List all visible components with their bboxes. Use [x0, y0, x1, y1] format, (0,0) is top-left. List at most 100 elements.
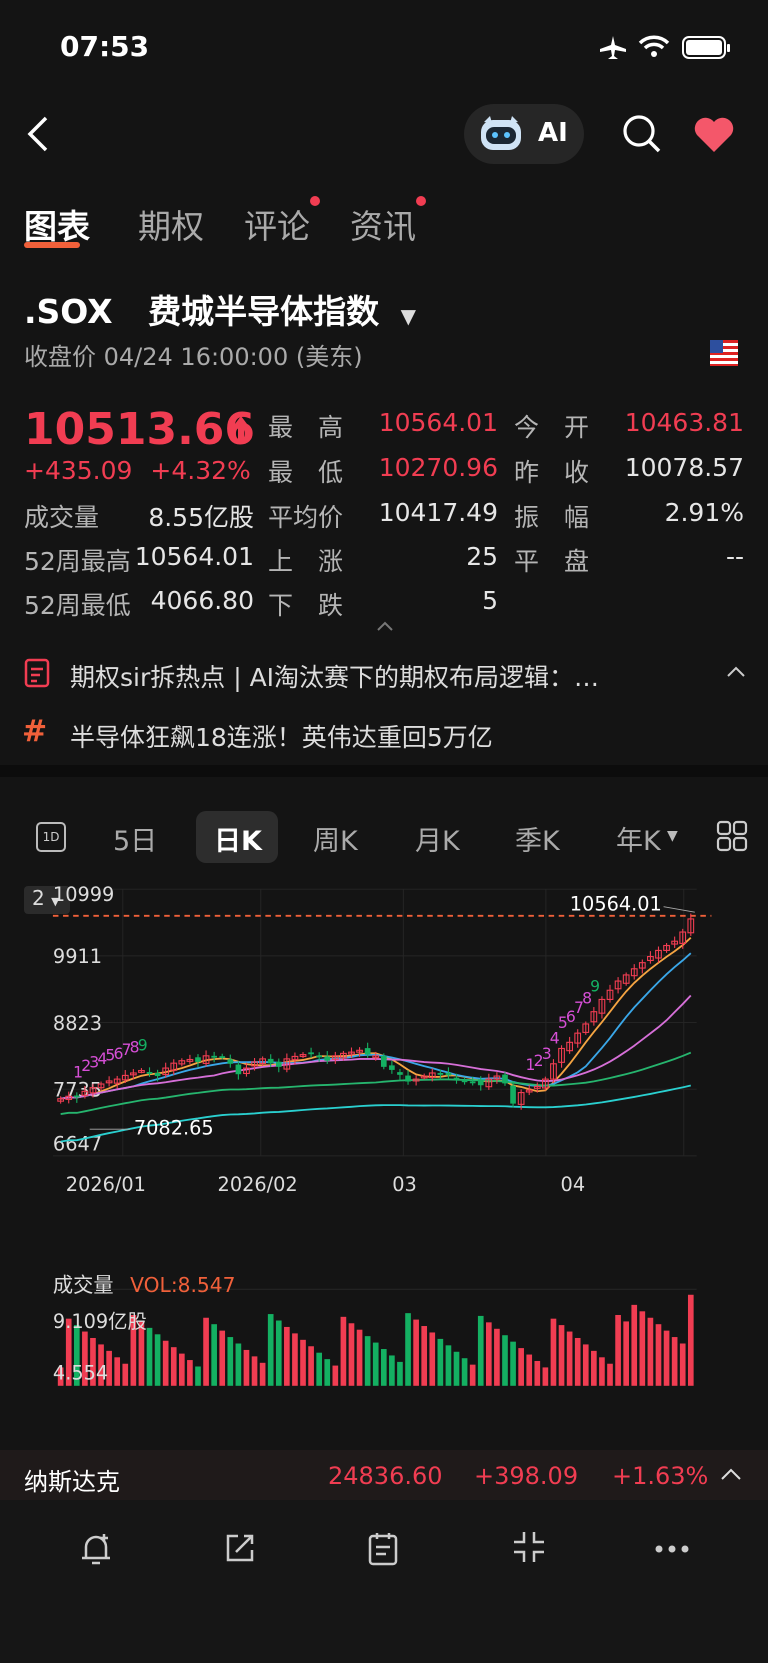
ticker-change: +398.09: [474, 1462, 579, 1490]
volume-bar: [251, 1356, 258, 1386]
close-info: 收盘价 04/24 16:00:00 (美东): [24, 343, 363, 371]
ktab-year[interactable]: 年K: [616, 819, 661, 858]
volume-bar: [203, 1317, 209, 1386]
heart-icon[interactable]: [692, 116, 736, 154]
volume-bar: [284, 1326, 290, 1386]
volume-bar: [179, 1353, 185, 1386]
y-tick-label: 10999: [53, 883, 114, 906]
news-dot: [416, 196, 426, 206]
stock-symbol: .SOX: [24, 292, 113, 331]
volume-value-label: VOL:8.547: [130, 1273, 235, 1297]
volume-bar: [534, 1360, 541, 1386]
volume-bar: [663, 1330, 670, 1386]
volume-bar: [340, 1316, 347, 1386]
volume-bar: [494, 1328, 500, 1386]
sequence-marker: 9: [138, 1035, 148, 1054]
volume-bar: [647, 1317, 654, 1386]
back-icon[interactable]: [24, 114, 52, 154]
volume-bar: [187, 1360, 193, 1386]
alert-bell-icon[interactable]: [78, 1530, 114, 1568]
low-label: 最 低: [268, 458, 344, 487]
volume-bar: [631, 1304, 638, 1386]
stock-name: 费城半导体指数: [148, 292, 380, 331]
expand-icon[interactable]: [720, 1466, 742, 1482]
candle-body: [477, 1079, 484, 1086]
note-icon[interactable]: [366, 1530, 400, 1566]
news-item-1[interactable]: 期权sir拆热点 | AI淘汰赛下的期权布局逻辑：…: [70, 658, 599, 694]
candle-body: [510, 1085, 516, 1104]
volume-bar: [639, 1311, 646, 1386]
volume-bar: [486, 1322, 492, 1386]
candle-body: [397, 1072, 403, 1075]
volume-bar: [316, 1352, 322, 1386]
ticker-price: 24836.60: [328, 1462, 443, 1490]
sequence-marker: 9: [590, 976, 600, 995]
kline-chart[interactable]: 10564.01 109999911882377356647 2026/01 20…: [0, 880, 768, 1395]
min-price-label: 7082.65: [134, 1117, 214, 1140]
dropdown-icon: ▼: [400, 304, 417, 328]
ktab-quarter[interactable]: 季K: [515, 819, 560, 858]
shrink-icon[interactable]: [512, 1530, 546, 1564]
tab-comments[interactable]: 评论: [244, 200, 310, 248]
ticker-name: 纳斯达克: [24, 1468, 120, 1496]
volume-bar: [599, 1357, 605, 1386]
candle-body: [324, 1056, 331, 1061]
volume-bar: [235, 1343, 242, 1386]
tab-news[interactable]: 资讯: [350, 200, 416, 248]
tab-options[interactable]: 期权: [138, 200, 204, 248]
volume-bar: [292, 1333, 298, 1386]
volume-bar: [671, 1337, 678, 1386]
comments-dot: [310, 196, 320, 206]
bottom-toolbar: [0, 1500, 768, 1663]
chart-markers: 123456789123456789: [73, 976, 600, 1081]
more-icon[interactable]: [654, 1544, 690, 1554]
candle-body: [453, 1077, 460, 1080]
volume-bar: [558, 1325, 565, 1386]
stock-title[interactable]: .SOX 费城半导体指数 ▼: [24, 285, 416, 333]
news-item-2[interactable]: 半导体狂飙18连涨！英伟达重回5万亿: [70, 718, 493, 754]
share-icon[interactable]: [222, 1530, 258, 1566]
tab-chart[interactable]: 图表: [24, 200, 90, 248]
divider: [0, 765, 768, 777]
ktab-5day[interactable]: 5日: [113, 819, 157, 858]
ktab-week[interactable]: 周K: [313, 819, 358, 858]
wk52-high-label: 52周最高: [24, 547, 131, 576]
status-bar: 07:53: [0, 0, 768, 100]
candle-body: [275, 1061, 282, 1067]
ktab-day[interactable]: 日K: [214, 819, 262, 858]
candle-body: [437, 1072, 444, 1075]
volume-bar: [542, 1367, 549, 1386]
collapse-quote-icon[interactable]: [376, 620, 394, 632]
volume-bar: [461, 1358, 468, 1386]
volume-bar: [227, 1337, 234, 1386]
tab-1d[interactable]: 1D: [36, 822, 66, 852]
search-icon[interactable]: [622, 114, 662, 154]
volume-bar: [591, 1350, 597, 1386]
grid-layout-icon[interactable]: [716, 820, 748, 852]
flat-label: 平 盘: [514, 547, 590, 576]
wk52-low-value: 4066.80: [150, 586, 254, 615]
high-value: 10564.01: [378, 408, 498, 437]
ai-button[interactable]: AI: [464, 104, 584, 164]
volume-bar: [275, 1320, 282, 1386]
volume-section-label: 成交量: [53, 1273, 114, 1297]
candle-body: [316, 1055, 322, 1058]
candle-body: [445, 1072, 452, 1076]
max-price-pointer: [663, 906, 695, 913]
ktab-month[interactable]: 月K: [415, 819, 460, 858]
volume-bar: [267, 1314, 274, 1386]
volume-bar: [195, 1366, 201, 1386]
volume-bar: [510, 1341, 516, 1386]
volume-bar: [211, 1324, 217, 1386]
volume-bar: [308, 1346, 314, 1386]
volume-label: 成交量: [24, 503, 100, 532]
airplane-icon: [600, 36, 626, 59]
volume-bar: [566, 1331, 573, 1386]
index-ticker[interactable]: 纳斯达克 24836.60 +398.09 +1.63%: [0, 1450, 768, 1500]
open-label: 今 开: [514, 413, 590, 442]
x-tick-label: 2026/02: [218, 1173, 298, 1196]
candle-body: [195, 1057, 201, 1062]
candle-body: [389, 1065, 395, 1070]
chevron-up-icon[interactable]: [726, 664, 746, 678]
battery-icon: [682, 36, 730, 59]
